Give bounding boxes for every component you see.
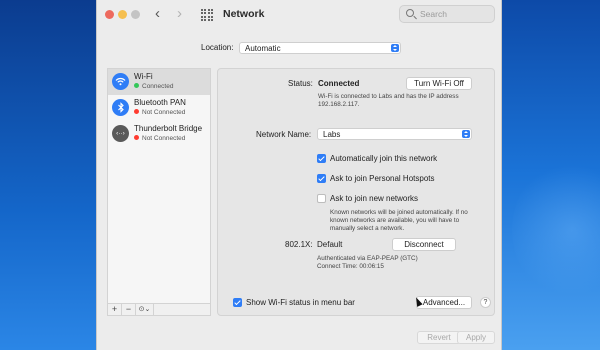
bluetooth-icon bbox=[112, 99, 129, 116]
add-service-button[interactable]: + bbox=[108, 304, 122, 315]
title-bar: ‹ › Network Search bbox=[97, 0, 501, 30]
connect-time: Connect Time: 00:06:15 bbox=[317, 263, 384, 270]
auth-method: Authenticated via EAP-PEAP (GTC) bbox=[317, 255, 418, 262]
new-networks-label: Ask to join new networks bbox=[330, 194, 419, 203]
network-preferences-window: ‹ › Network Search Location: Automatic W… bbox=[96, 0, 502, 350]
personal-hotspots-label: Ask to join Personal Hotspots bbox=[330, 174, 435, 183]
show-all-grid-icon[interactable] bbox=[201, 9, 213, 21]
wifi-detail-panel: Status: Connected Turn Wi-Fi Off Wi-Fi i… bbox=[217, 68, 495, 316]
service-item-thunderbolt-bridge[interactable]: ‹··› Thunderbolt Bridge Not Connected bbox=[108, 121, 210, 147]
action-menu-button[interactable]: ⊙⌄ bbox=[136, 304, 154, 315]
show-status-label: Show Wi-Fi status in menu bar bbox=[246, 298, 355, 307]
service-list: Wi-Fi Connected Bluetooth PAN Not Connec… bbox=[107, 68, 211, 316]
location-row: Location: Automatic bbox=[97, 42, 501, 56]
service-status: Connected bbox=[134, 83, 173, 90]
service-list-toolbar: + − ⊙⌄ bbox=[108, 303, 210, 315]
network-name-value: Labs bbox=[323, 130, 341, 139]
location-label: Location: bbox=[201, 43, 234, 52]
auto-join-checkbox[interactable] bbox=[317, 154, 326, 163]
search-icon bbox=[406, 9, 414, 17]
search-field[interactable]: Search bbox=[399, 5, 495, 23]
desktop-wallpaper-left bbox=[0, 0, 96, 350]
network-name-popup[interactable]: Labs bbox=[317, 128, 472, 140]
service-item-bluetooth-pan[interactable]: Bluetooth PAN Not Connected bbox=[108, 95, 210, 121]
close-button[interactable] bbox=[105, 10, 114, 19]
advanced-button[interactable]: Advanced... bbox=[416, 296, 472, 309]
service-status-text: Not Connected bbox=[142, 135, 186, 142]
location-popup[interactable]: Automatic bbox=[239, 42, 401, 54]
service-name: Bluetooth PAN bbox=[134, 98, 186, 107]
new-networks-description: Known networks will be joined automatica… bbox=[330, 209, 468, 232]
service-status: Not Connected bbox=[134, 109, 185, 116]
desktop-wallpaper-right bbox=[502, 0, 600, 350]
back-chevron-icon[interactable]: ‹ bbox=[155, 6, 160, 22]
status-label: Status: bbox=[288, 79, 313, 88]
status-dot bbox=[134, 83, 139, 88]
minimize-button[interactable] bbox=[118, 10, 127, 19]
turn-wifi-off-button[interactable]: Turn Wi-Fi Off bbox=[406, 77, 472, 90]
wifi-icon bbox=[112, 73, 129, 90]
thunderbolt-bridge-icon: ‹··› bbox=[112, 125, 129, 142]
dot1x-label: 802.1X: bbox=[285, 240, 313, 249]
location-value: Automatic bbox=[245, 44, 281, 53]
service-name: Wi-Fi bbox=[134, 72, 153, 81]
service-status-text: Connected bbox=[142, 83, 174, 90]
status-dot bbox=[134, 109, 139, 114]
status-value: Connected bbox=[318, 79, 360, 88]
service-status: Not Connected bbox=[134, 135, 185, 142]
popup-arrows-icon bbox=[391, 44, 399, 52]
window-title: Network bbox=[223, 8, 265, 20]
apply-button[interactable]: Apply bbox=[457, 331, 495, 344]
status-dot bbox=[134, 135, 139, 140]
disconnect-button[interactable]: Disconnect bbox=[392, 238, 456, 251]
network-name-label: Network Name: bbox=[256, 130, 312, 139]
service-name: Thunderbolt Bridge bbox=[134, 124, 203, 133]
status-description: Wi-Fi is connected to Labs and has the I… bbox=[318, 93, 459, 108]
service-status-text: Not Connected bbox=[142, 109, 186, 116]
popup-arrows-icon bbox=[462, 130, 470, 138]
help-button[interactable]: ? bbox=[480, 297, 491, 308]
show-status-checkbox[interactable] bbox=[233, 298, 242, 307]
service-item-wifi[interactable]: Wi-Fi Connected bbox=[108, 69, 210, 95]
auto-join-label: Automatically join this network bbox=[330, 154, 438, 163]
new-networks-checkbox[interactable] bbox=[317, 194, 326, 203]
forward-chevron-icon[interactable]: › bbox=[177, 6, 182, 22]
zoom-button[interactable] bbox=[131, 10, 140, 19]
search-placeholder: Search bbox=[420, 9, 447, 19]
remove-service-button[interactable]: − bbox=[122, 304, 136, 315]
personal-hotspots-checkbox[interactable] bbox=[317, 174, 326, 183]
dot1x-value: Default bbox=[317, 240, 343, 249]
revert-button[interactable]: Revert bbox=[417, 331, 461, 344]
